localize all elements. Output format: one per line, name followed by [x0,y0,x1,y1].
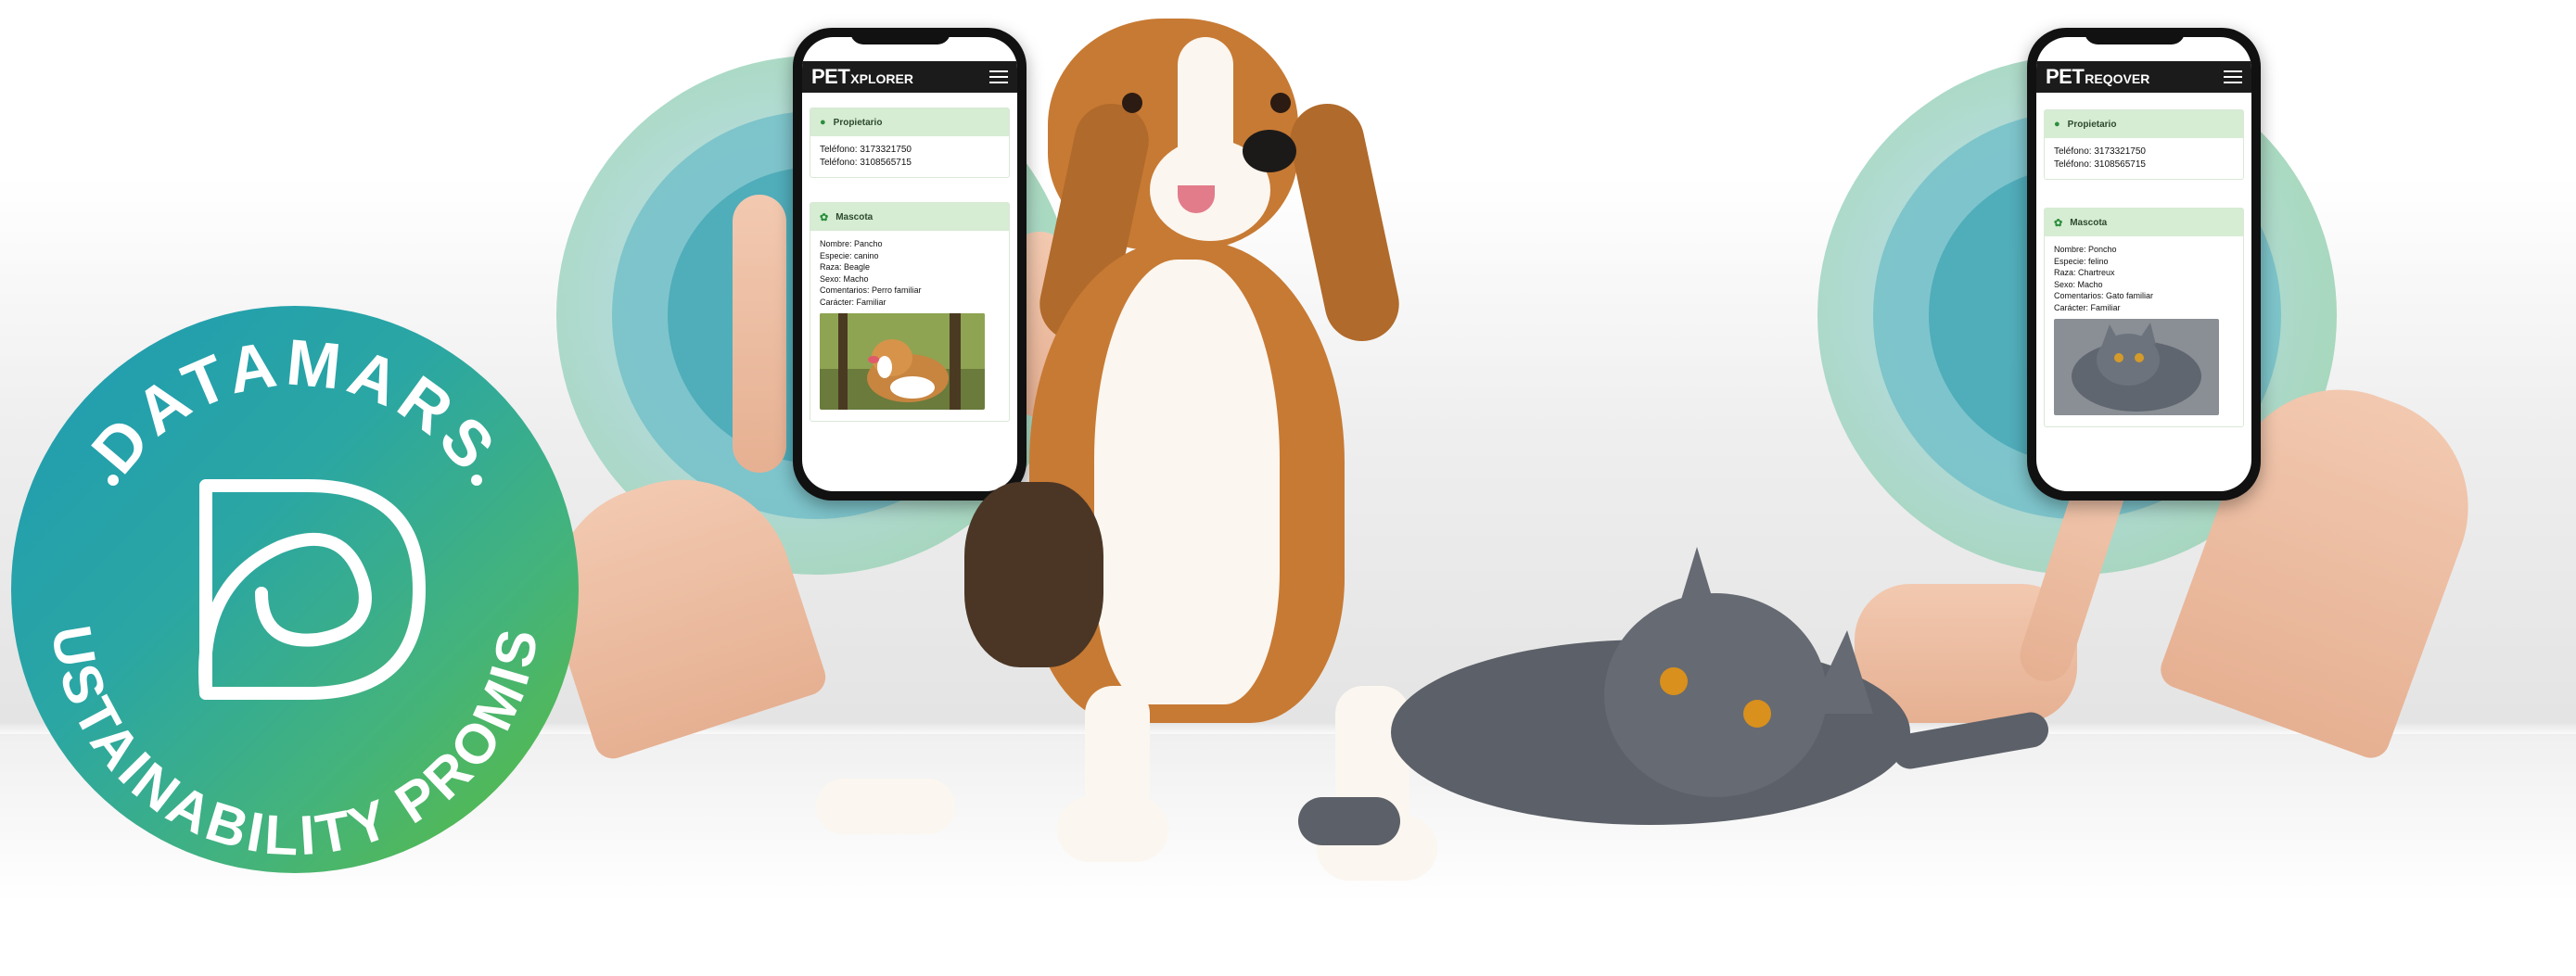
pet-card: ✿ Mascota Nombre: Pancho Especie: canino… [810,202,1010,422]
owner-card: ● Propietario Teléfono: 3173321750 Teléf… [2044,109,2244,180]
owner-title: Propietario [833,117,883,128]
paw-icon: ✿ [2054,217,2063,229]
owner-phone-2[interactable]: Teléfono: 3108565715 [2054,158,2234,171]
cat-photo [2054,319,2219,415]
pet-species: Especie: canino [820,250,879,260]
pet-comments: Comentarios: Gato familiar [2054,291,2154,300]
owner-phone-1[interactable]: Teléfono: 3173321750 [820,144,1000,157]
brand-logo[interactable]: PET REQOVER [2046,65,2149,89]
sustainability-badge: DATAMARS SUSTAINABILITY PROMISE [11,306,579,873]
badge-top-text: DATAMARS [78,325,507,487]
phone-screen: PET REQOVER ● Propietario Teléfono: 3173… [2036,37,2251,491]
datamars-leaf-icon [198,479,426,700]
badge-dot-right [471,475,482,486]
pet-name: Nombre: Pancho [820,239,883,248]
phone-screen: PET XPLORER ● Propietario Teléfono: 3173… [802,37,1017,491]
pet-name: Nombre: Poncho [2054,245,2117,254]
pet-sex: Sexo: Macho [820,273,869,284]
beagle-photo [820,313,985,410]
person-icon: ● [820,117,826,128]
pet-character: Carácter: Familiar [2054,302,2121,312]
app-bar: PET REQOVER [2036,61,2251,93]
pet-card-header: ✿ Mascota [2045,209,2243,236]
pet-title: Mascota [835,211,874,222]
pet-card-body: Nombre: Poncho Especie: felino Raza: Cha… [2045,236,2243,426]
pet-card-header: ✿ Mascota [810,203,1009,231]
hamburger-icon[interactable] [989,70,1008,83]
owner-card-body: Teléfono: 3173321750 Teléfono: 310856571… [810,136,1009,177]
pet-card: ✿ Mascota Nombre: Poncho Especie: felino… [2044,208,2244,427]
owner-card-body: Teléfono: 3173321750 Teléfono: 310856571… [2045,138,2243,179]
owner-phone-1[interactable]: Teléfono: 3173321750 [2054,146,2234,158]
pet-character: Carácter: Familiar [820,297,886,307]
phone-notch [850,28,950,44]
owner-title: Propietario [2067,119,2117,130]
hamburger-icon[interactable] [2224,70,2242,83]
pet-breed: Raza: Beagle [820,262,871,272]
brand-logo[interactable]: PET XPLORER [811,65,913,89]
pet-breed: Raza: Chartreux [2054,268,2115,277]
paw-icon: ✿ [820,211,829,223]
owner-phone-2[interactable]: Teléfono: 3108565715 [820,157,1000,170]
pet-card-body: Nombre: Pancho Especie: canino Raza: Bea… [810,231,1009,421]
phone-petxplorer: PET XPLORER ● Propietario Teléfono: 3173… [793,28,1027,501]
brand-main: PET [811,65,850,88]
pet-species: Especie: felino [2054,256,2109,266]
pet-comments: Comentarios: Perro familiar [820,285,922,295]
brand-sub: XPLORER [850,71,913,86]
pet-sex: Sexo: Macho [2054,279,2103,289]
pet-title: Mascota [2070,217,2108,228]
owner-card-header: ● Propietario [2045,110,2243,138]
app-bar: PET XPLORER [802,61,1017,93]
brand-sub: REQOVER [2085,71,2150,86]
person-icon: ● [2054,119,2060,130]
left-thumb [733,195,786,473]
owner-card: ● Propietario Teléfono: 3173321750 Teléf… [810,108,1010,178]
brand-main: PET [2046,65,2085,88]
badge-dot-left [108,475,119,486]
phone-notch [2085,28,2185,44]
svg-text:DATAMARS: DATAMARS [78,325,513,487]
owner-card-header: ● Propietario [810,108,1009,136]
badge-graphic: DATAMARS SUSTAINABILITY PROMISE [11,306,546,868]
phone-petreqover: PET REQOVER ● Propietario Teléfono: 3173… [2027,28,2261,501]
